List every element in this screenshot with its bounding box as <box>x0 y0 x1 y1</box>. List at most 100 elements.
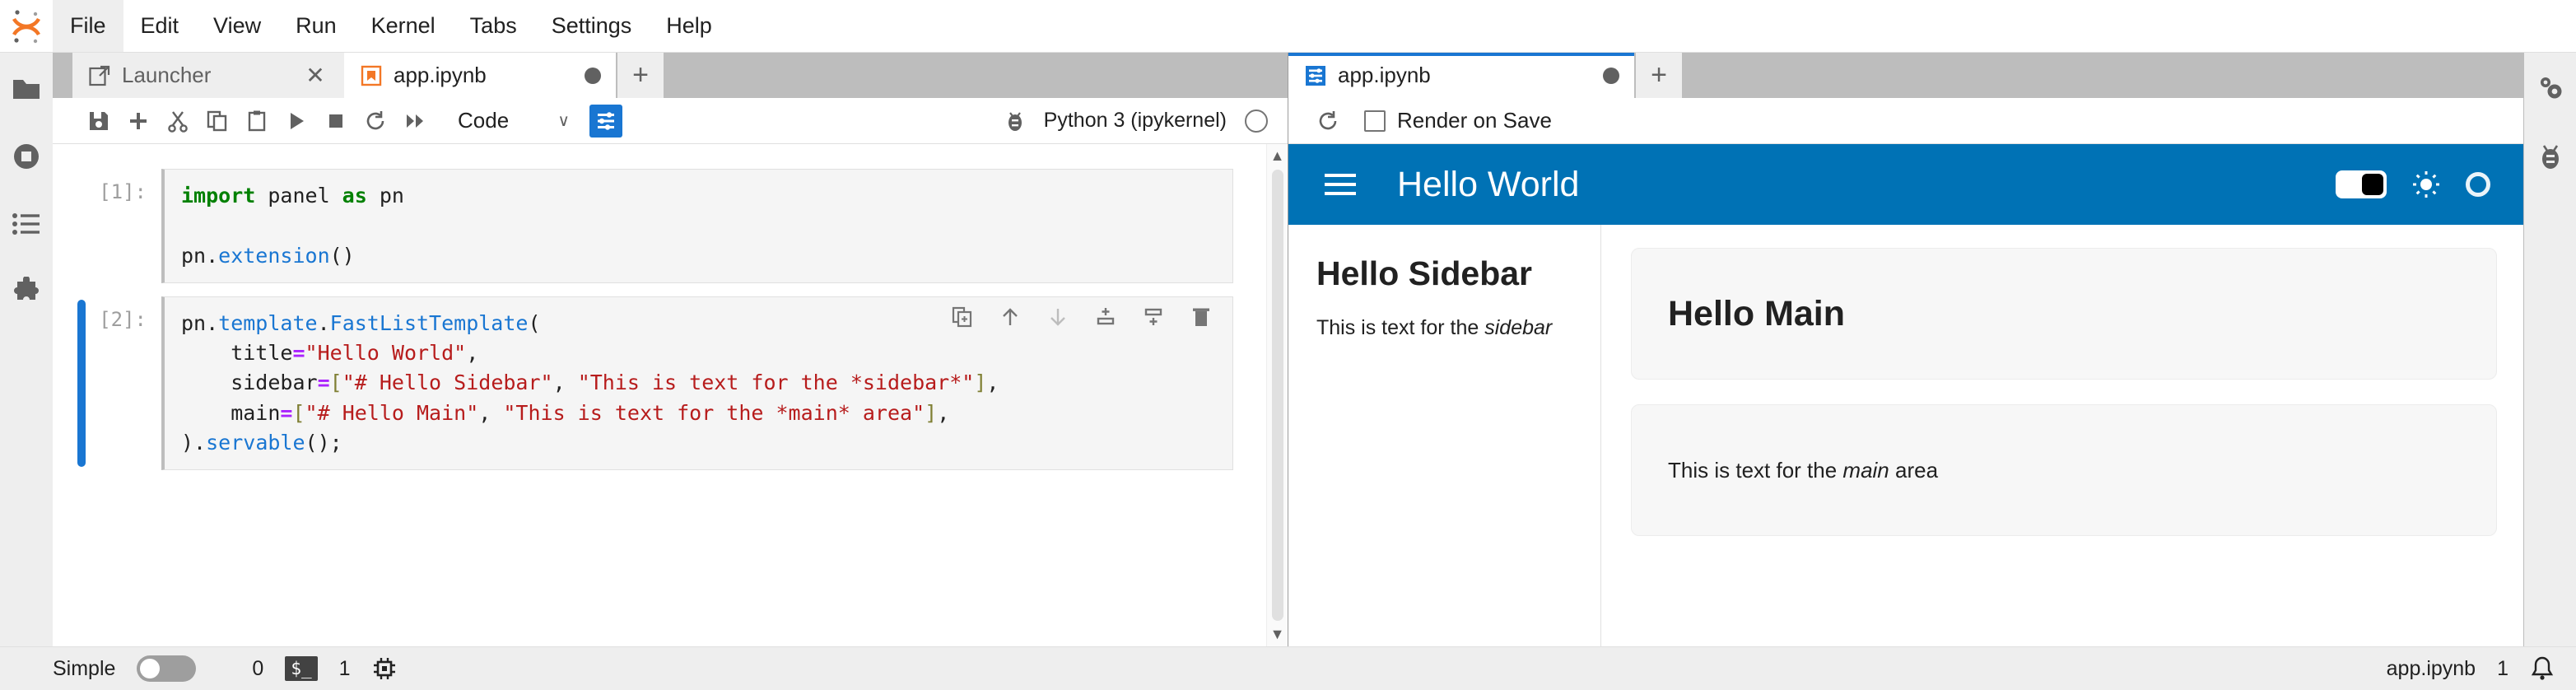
render-on-save-checkbox[interactable] <box>1364 110 1386 132</box>
terminal-count: 0 <box>252 656 264 680</box>
bug-icon[interactable] <box>1004 110 1026 133</box>
launcher-icon <box>89 65 110 86</box>
menu-item-help[interactable]: Help <box>649 0 729 52</box>
tab-app-notebook[interactable]: app.ipynb <box>344 53 616 98</box>
copy-icon[interactable] <box>199 103 235 139</box>
render-on-save-toggle[interactable]: Render on Save <box>1364 108 1552 133</box>
menu-item-list: File Edit View Run Kernel Tabs Settings … <box>53 0 729 52</box>
panel-app-sidebar: Hello Sidebar This is text for the sideb… <box>1288 225 1601 646</box>
extensions-icon[interactable] <box>8 273 44 310</box>
cell-type-select[interactable]: Code ∨ <box>451 104 575 138</box>
jupyter-logo <box>0 0 53 53</box>
menu-item-view[interactable]: View <box>196 0 278 52</box>
unsaved-indicator <box>1603 67 1619 84</box>
simple-mode-toggle[interactable] <box>137 655 197 682</box>
tab-panel-preview[interactable]: app.ipynb <box>1288 53 1634 98</box>
busy-indicator-icon <box>2466 172 2490 197</box>
right-sidebar-rail <box>2523 53 2576 646</box>
move-cell-down-icon[interactable] <box>1042 301 1074 333</box>
panel-app-content: Hello Sidebar This is text for the sideb… <box>1288 225 2523 646</box>
sidebar-text-plain: This is text for the <box>1316 316 1485 339</box>
delete-cell-icon[interactable] <box>1186 301 1217 333</box>
bell-icon[interactable] <box>2530 655 2555 682</box>
panel-preview-dock: app.ipynb + Render on Save Hello World H… <box>1288 53 2523 646</box>
main-text: This is text for the main area <box>1668 458 1938 483</box>
hamburger-icon[interactable] <box>1325 174 1356 195</box>
simple-mode-knob <box>140 659 161 678</box>
notebook-scrollbar[interactable]: ▲ ▼ <box>1266 144 1288 646</box>
mode-label: Simple <box>53 656 116 680</box>
kernel-idle-indicator <box>1245 109 1268 133</box>
scroll-down-icon[interactable]: ▼ <box>1270 626 1285 643</box>
duplicate-cell-icon[interactable] <box>947 301 978 333</box>
insert-cell-above-icon[interactable] <box>1090 301 1121 333</box>
tab-label: app.ipynb <box>394 63 487 87</box>
tab-label: Launcher <box>122 63 212 87</box>
panel-header-controls <box>2336 170 2490 199</box>
main-text-plain: This is text for the <box>1668 457 1843 483</box>
new-tab-button[interactable]: + <box>617 53 664 98</box>
notebook-cell[interactable]: [1]: import panel as pn pn.extension() <box>53 162 1266 290</box>
kernel-status-area: Python 3 (ipykernel) <box>1004 109 1276 133</box>
sun-icon[interactable] <box>2411 170 2441 199</box>
stop-icon[interactable] <box>318 103 354 139</box>
notebook-tab-bar: Launcher ✕ app.ipynb + <box>53 53 1288 98</box>
menu-bar: File Edit View Run Kernel Tabs Settings … <box>0 0 2576 53</box>
menu-item-settings[interactable]: Settings <box>534 0 650 52</box>
property-inspector-icon[interactable] <box>2532 71 2569 107</box>
panel-preview-icon <box>1305 65 1326 86</box>
preview-toolbar: Render on Save <box>1288 98 2523 144</box>
restart-icon[interactable] <box>357 103 394 139</box>
main-heading: Hello Main <box>1668 293 1846 333</box>
restart-run-all-icon[interactable] <box>397 103 433 139</box>
panel-app-header: Hello World <box>1288 144 2523 225</box>
save-icon[interactable] <box>81 103 117 139</box>
cell-selection-bar <box>77 172 86 280</box>
paste-icon[interactable] <box>239 103 275 139</box>
main-text-suffix: area <box>1889 457 1939 483</box>
theme-toggle[interactable] <box>2336 170 2387 198</box>
cell-type-value: Code <box>458 108 510 133</box>
scroll-up-icon[interactable]: ▲ <box>1270 147 1285 165</box>
main-text-emphasis: main <box>1842 457 1889 483</box>
cut-icon[interactable] <box>160 103 196 139</box>
running-sessions-icon[interactable] <box>8 138 44 175</box>
notebook-body: [1]: import panel as pn pn.extension() [… <box>53 144 1288 646</box>
render-on-save-label: Render on Save <box>1397 108 1552 133</box>
kernel-name[interactable]: Python 3 (ipykernel) <box>1044 109 1227 133</box>
cell-selection-bar <box>77 299 86 467</box>
status-bar-right: app.ipynb 1 <box>2387 655 2555 682</box>
menu-item-run[interactable]: Run <box>278 0 354 52</box>
cell-prompt: [2]: <box>99 307 147 331</box>
menu-item-tabs[interactable]: Tabs <box>453 0 534 52</box>
notebook-cell[interactable]: [2]: pn.template.FastListTemplate( title… <box>53 290 1266 477</box>
sliders-icon[interactable] <box>589 104 622 138</box>
menu-item-edit[interactable]: Edit <box>123 0 197 52</box>
run-icon[interactable] <box>278 103 314 139</box>
new-tab-button[interactable]: + <box>1636 53 1682 98</box>
terminal-icon[interactable]: $_ <box>285 656 318 681</box>
menu-item-file[interactable]: File <box>53 0 123 52</box>
menu-item-kernel[interactable]: Kernel <box>354 0 453 52</box>
main-region: Launcher ✕ app.ipynb + Code ∨ Python 3 (… <box>0 53 2576 646</box>
close-icon[interactable]: ✕ <box>301 63 329 87</box>
left-sidebar-rail <box>0 53 53 646</box>
cell-prompt: [1]: <box>99 180 147 203</box>
insert-cell-icon[interactable] <box>120 103 156 139</box>
notebook-toolbar: Code ∨ Python 3 (ipykernel) <box>53 98 1288 144</box>
cpu-icon[interactable] <box>372 656 397 681</box>
move-cell-up-icon[interactable] <box>995 301 1026 333</box>
panel-app-main: Hello Main This is text for the main are… <box>1601 225 2523 646</box>
theme-toggle-knob <box>2362 174 2383 195</box>
folder-icon[interactable] <box>8 71 44 107</box>
sidebar-text: This is text for the sidebar <box>1316 316 1572 340</box>
reload-icon[interactable] <box>1310 103 1346 139</box>
cell-editor[interactable]: import panel as pn pn.extension() <box>161 169 1233 283</box>
commands-icon[interactable] <box>8 206 44 242</box>
status-bar: Simple 0 $_ 1 app.ipynb 1 <box>0 646 2576 690</box>
preview-tab-bar: app.ipynb + <box>1288 53 2523 98</box>
scrollbar-thumb[interactable] <box>1271 170 1283 621</box>
tab-launcher[interactable]: Launcher ✕ <box>72 53 344 98</box>
insert-cell-below-icon[interactable] <box>1138 301 1169 333</box>
debugger-icon[interactable] <box>2532 138 2569 175</box>
